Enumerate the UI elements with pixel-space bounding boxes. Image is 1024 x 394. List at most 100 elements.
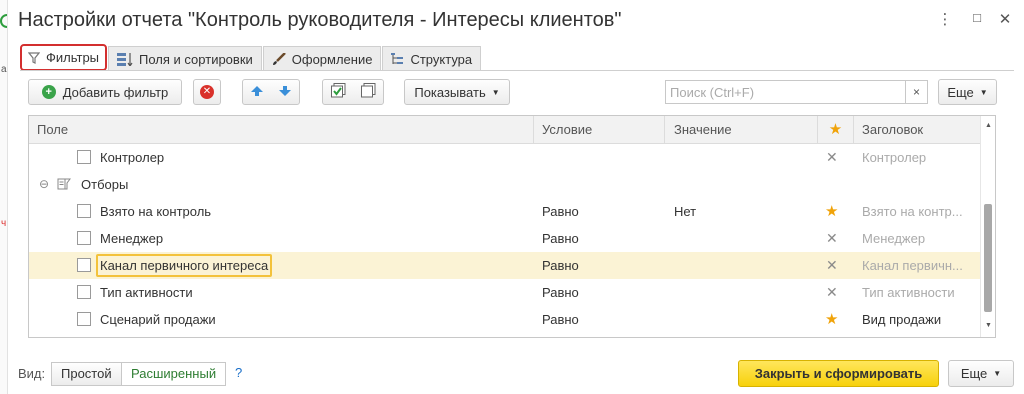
row-condition[interactable]: Равно [542,225,579,252]
unused-x-icon[interactable]: ✕ [826,225,838,252]
fields-icon [117,52,133,66]
background-app-icon [0,14,8,28]
row-checkbox[interactable] [77,150,91,164]
tab-bar: Фильтры Поля и сортировки Оформление Стр… [20,44,482,71]
delete-button[interactable]: ✕ [193,79,221,105]
window-title: Настройки отчета "Контроль руководителя … [18,9,622,31]
filters-table: Поле Условие Значение ★ Заголовок Контро… [28,115,996,338]
row-field: Канал первичного интереса [96,254,273,277]
column-field[interactable]: Поле [29,116,534,144]
window-menu-icon[interactable]: ⋮ [936,10,954,28]
tab-appearance[interactable]: Оформление [262,46,382,71]
tab-fields-sorting[interactable]: Поля и сортировки [108,46,262,71]
row-condition[interactable]: Равно [542,252,579,279]
help-link[interactable]: ? [235,365,242,380]
close-icon[interactable]: ✕ [996,10,1014,28]
structure-icon [391,52,404,66]
more-button[interactable]: Еще ▼ [938,79,997,105]
close-and-generate-button[interactable]: Закрыть и сформировать [738,360,939,387]
column-use-star-icon[interactable]: ★ [818,116,854,144]
vertical-scrollbar[interactable]: ▲ ▼ [980,116,995,337]
row-header: Контролер [862,150,927,165]
row-header: Взято на контр... [862,204,963,219]
row-field: Тип активности [100,285,193,300]
row-field: Взято на контроль [100,204,212,219]
row-checkbox[interactable] [77,204,91,218]
background-marker: ч [1,218,7,229]
row-condition[interactable]: Равно [542,306,579,333]
tab-divider [20,70,1014,71]
table-header: Поле Условие Значение ★ Заголовок [29,116,981,144]
uncheck-all-icon[interactable] [360,83,376,101]
row-header: Вид продажи [862,312,942,327]
chevron-down-icon: ▼ [979,87,988,97]
row-header: Тип активности [862,285,955,300]
check-all-icon[interactable] [330,83,346,101]
group-label: Отборы [81,177,129,192]
use-star-icon[interactable]: ★ [825,306,838,333]
table-row[interactable]: Взято на контроль Равно Нет ★ Взято на к… [29,198,981,225]
add-filter-button[interactable]: + Добавить фильтр [28,79,182,105]
scroll-thumb[interactable] [984,204,992,312]
table-row[interactable]: Сценарий продажи Равно ★ Вид продажи [29,306,981,333]
row-checkbox[interactable] [77,285,91,299]
row-value[interactable]: Нет [674,198,696,225]
tab-label: Поля и сортировки [139,51,253,67]
chevron-down-icon: ▼ [993,369,1002,378]
table-group-row[interactable]: ⊖ Отборы [29,171,981,198]
view-label: Вид: [18,366,46,381]
table-row[interactable]: Менеджер Равно ✕ Менеджер [29,225,981,252]
collapse-icon[interactable]: ⊖ [39,171,49,198]
row-field: Менеджер [100,231,164,246]
search-field: × [665,80,928,104]
more-label: Еще [960,366,988,381]
tab-label: Оформление [291,51,373,67]
row-header: Менеджер [862,231,926,246]
tab-filters[interactable]: Фильтры [20,44,108,71]
column-condition[interactable]: Условие [534,116,665,144]
row-checkbox[interactable] [77,312,91,326]
row-condition[interactable]: Равно [542,279,579,306]
search-input[interactable] [666,81,906,103]
table-row[interactable]: Контролер ✕ Контролер [29,144,981,171]
brush-icon [272,52,286,66]
unused-x-icon[interactable]: ✕ [826,279,838,306]
funnel-icon [28,51,40,64]
background-text: а [1,64,7,75]
row-field: Сценарий продажи [100,312,216,327]
unused-x-icon[interactable]: ✕ [826,252,838,279]
row-checkbox[interactable] [77,258,91,272]
background-window-edge: а ч [0,0,8,394]
view-simple-button[interactable]: Простой [51,362,122,386]
add-filter-label: Добавить фильтр [62,84,169,100]
group-icon [57,171,71,198]
move-buttons [242,79,300,105]
footer-more-button[interactable]: Еще ▼ [948,360,1014,387]
clear-search-icon[interactable]: × [905,81,927,103]
scroll-up-icon[interactable]: ▲ [985,122,992,129]
row-checkbox[interactable] [77,231,91,245]
maximize-icon[interactable]: □ [968,10,986,25]
table-row-selected[interactable]: Канал первичного интереса Равно ✕ Канал … [29,252,981,279]
row-condition[interactable]: Равно [542,198,579,225]
show-label: Показывать [414,84,486,100]
row-field-highlighted: Канал первичного интереса [96,252,273,279]
more-label: Еще [947,84,974,100]
table-row[interactable]: Тип активности Равно ✕ Тип активности [29,279,981,306]
scroll-down-icon[interactable]: ▼ [985,322,992,329]
column-value[interactable]: Значение [665,116,818,144]
check-buttons [322,79,384,105]
use-star-icon[interactable]: ★ [825,198,838,225]
row-field: Контролер [100,150,165,165]
tab-label: Фильтры [46,50,100,65]
tab-structure[interactable]: Структура [382,46,482,71]
move-up-icon[interactable] [250,85,264,100]
move-down-icon[interactable] [278,85,292,100]
show-dropdown-button[interactable]: Показывать ▼ [404,79,510,105]
tab-label: Структура [410,51,473,67]
unused-x-icon[interactable]: ✕ [826,144,838,171]
row-header: Канал первичн... [862,258,963,273]
delete-icon: ✕ [200,85,214,99]
view-extended-button[interactable]: Расширенный [121,362,227,386]
column-header[interactable]: Заголовок [854,116,981,144]
